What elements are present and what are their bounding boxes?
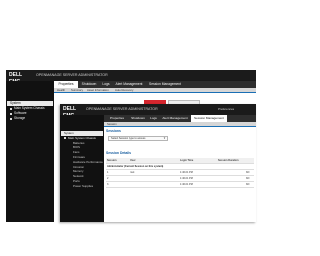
tree-item-label: BIOS [73,145,80,150]
session-cell: 3 [107,183,109,186]
table-row: 3 1:46:21 PM Kill [106,182,254,188]
main-tab-bar: Properties Shutdown Logs Alert Managemen… [104,115,256,122]
tree-item-power-supplies[interactable]: Power Supplies [61,184,103,189]
system-tree-sidebar: System Main System Chassis Batteries BIO… [60,115,104,222]
tab-logs[interactable]: Logs [148,115,159,122]
system-tree: System Main System Chassis Batteries BIO… [61,131,103,189]
tab-alert-management[interactable]: Alert Management [160,115,190,122]
session-details-heading: Session Details [106,151,132,155]
subtab-auto-recovery[interactable]: Auto Recovery [115,88,139,93]
tree-item-label: System [64,131,74,135]
tree-item-label: Main System Chassis [68,135,96,140]
dell-emc-logo: DELL EMC [9,72,22,85]
subtab-summary[interactable]: Summary [71,88,85,93]
host-info [8,86,52,96]
tab-session-management[interactable]: Session Management [146,81,184,88]
chevron-down-icon: ▾ [163,136,166,140]
dell-emc-logo: DELL EMC [63,106,76,119]
system-tree: System Main System Chassis Software Stor… [7,101,53,121]
kill-session-link[interactable]: Kill [246,182,254,188]
tree-item-label: System [10,101,21,105]
tree-item-label: Batteries [73,140,85,145]
tab-session-management[interactable]: Session Management [191,115,227,122]
user-cell [130,182,160,188]
session-management-panel: Sessions Select Session type to access ▾… [106,129,254,222]
subtab-health[interactable]: Health [57,88,69,93]
node-icon [10,117,12,120]
node-icon [10,107,12,110]
tree-item-label: Fans [73,150,80,155]
subtab-asset-information[interactable]: Asset Information [87,88,113,93]
tree-item-label: Main System Chassis [14,106,45,110]
node-icon [64,137,66,140]
app-title: OPENMANAGE SERVER ADMINISTRATOR [36,73,108,77]
tree-item-label: Network [73,174,84,179]
tab-logs[interactable]: Logs [100,81,112,88]
title-bar: DELL EMC OPENMANAGE SERVER ADMINISTRATOR… [60,104,256,119]
tree-item-storage[interactable]: Storage [7,116,53,121]
app-title: OPENMANAGE SERVER ADMINISTRATOR [86,107,158,111]
tree-item-label: Ports [73,178,80,183]
login-time-cell: 1:46:21 PM [180,183,193,186]
tab-alert-management[interactable]: Alert Management [113,81,145,88]
tree-item-label: Intrusion [73,164,85,169]
host-info [62,118,102,128]
foreground-app-window: DELL EMC OPENMANAGE SERVER ADMINISTRATOR… [60,104,256,222]
tree-item-label: Software [14,111,27,115]
system-tree-sidebar: System Main System Chassis Software Stor… [6,81,54,222]
sessions-heading: Sessions [106,129,121,133]
session-type-dropdown[interactable]: Select Session type to access [108,136,168,141]
preferences-link[interactable]: Preferences [218,106,254,113]
tree-item-label: Firmware [73,154,86,159]
tree-item-label: Storage [14,116,26,120]
sessions-table: Session User Login Time Session Duration… [106,158,254,188]
sub-tab-bar: Session [104,122,256,127]
tab-properties[interactable]: Properties [54,81,78,88]
tab-shutdown[interactable]: Shutdown [129,115,147,122]
tree-item-label: Hardware Performance [73,159,103,164]
node-icon [10,112,12,115]
tree-item-label: Power Supplies [73,183,94,188]
tree-item-label: Memory [73,169,84,174]
tab-shutdown[interactable]: Shutdown [79,81,99,88]
subtab-session[interactable]: Session [107,122,121,127]
sub-tab-bar: Health Summary Asset Information Auto Re… [54,88,256,93]
title-bar: DELL EMC OPENMANAGE SERVER ADMINISTRATOR [6,70,256,85]
main-tab-bar: Properties Shutdown Logs Alert Managemen… [54,81,256,88]
tab-properties[interactable]: Properties [106,115,128,122]
